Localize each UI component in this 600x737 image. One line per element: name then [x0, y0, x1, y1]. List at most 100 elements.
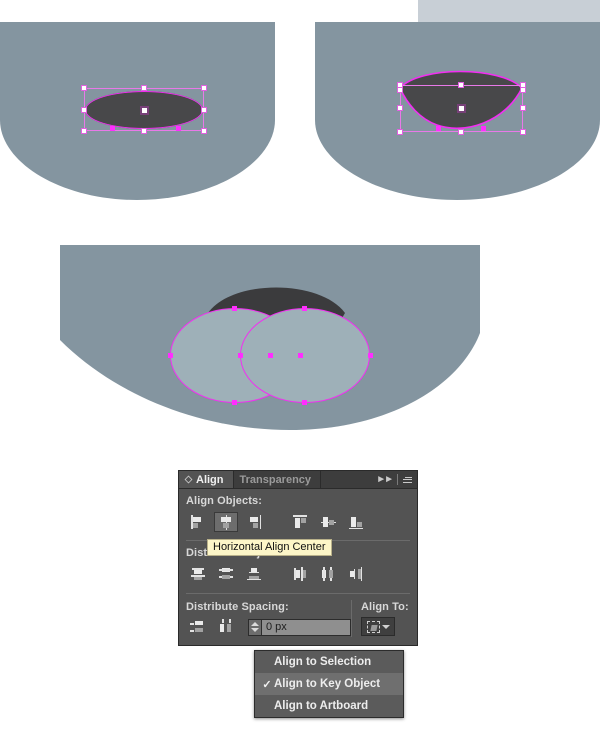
chevron-down-icon[interactable]	[381, 624, 390, 629]
vertical-align-center-button[interactable]	[316, 512, 340, 532]
vertical-distribute-center-icon	[218, 566, 234, 582]
align-to-key-object-icon	[366, 620, 380, 633]
horizontal-distribute-right-button[interactable]	[344, 564, 368, 584]
horizontal-distribute-center-button[interactable]	[316, 564, 340, 584]
selection-handle[interactable]	[397, 87, 403, 93]
horizontal-distribute-left-button[interactable]	[288, 564, 312, 584]
object-center-point	[459, 106, 464, 111]
artboard-top-right[interactable]	[315, 22, 600, 200]
spacing-stepper[interactable]: 0 px	[248, 618, 351, 636]
selection-handle[interactable]	[520, 87, 526, 93]
tooltip: Horizontal Align Center	[207, 539, 332, 556]
menu-item-label: Align to Artboard	[274, 700, 369, 712]
selection-handle[interactable]	[81, 128, 87, 134]
menu-item-label: Align to Selection	[274, 656, 372, 668]
menu-item-label: Align to Key Object	[274, 678, 381, 690]
horizontal-align-left-button[interactable]	[186, 512, 210, 532]
tab-align[interactable]: Align	[179, 471, 234, 488]
path-anchor-point[interactable]	[368, 353, 373, 358]
horizontal-distribute-spacing-icon	[218, 619, 234, 635]
path-anchor-point[interactable]	[232, 306, 237, 311]
selection-handle[interactable]	[201, 128, 207, 134]
artboard-top-left[interactable]	[0, 22, 275, 200]
panel-body: Align Objects: Distribute Spacing: 0 px …	[179, 489, 417, 645]
horizontal-distribute-right-icon	[348, 566, 364, 582]
tab-transparency[interactable]: Transparency	[234, 471, 322, 488]
double-chevron-right-icon[interactable]: ►►	[376, 474, 394, 485]
panel-menu-icon[interactable]	[403, 476, 412, 483]
vertical-distribute-bottom-icon	[246, 566, 262, 582]
selection-handle[interactable]	[201, 85, 207, 91]
window-chrome-bar	[418, 0, 600, 22]
horizontal-align-right-icon	[246, 514, 262, 530]
path-anchor-point[interactable]	[168, 353, 173, 358]
horizontal-align-right-button[interactable]	[242, 512, 266, 532]
panel-header-controls: ►►	[371, 471, 417, 488]
path-anchor-point[interactable]	[238, 353, 243, 358]
distribute-objects-button-row	[186, 563, 410, 585]
path-anchor-point[interactable]	[302, 306, 307, 311]
ellipse-object-right[interactable]	[240, 308, 370, 403]
path-anchor-point[interactable]	[298, 353, 303, 358]
vertical-distribute-spacing-button[interactable]	[186, 617, 210, 637]
selection-handle[interactable]	[81, 85, 87, 91]
menu-item-align-to-artboard[interactable]: Align to Artboard	[255, 695, 403, 717]
distribute-spacing-controls: 0 px	[186, 617, 351, 637]
panel-grip-icon	[184, 475, 193, 484]
artboard-bottom[interactable]	[60, 245, 480, 430]
selection-handle[interactable]	[81, 107, 87, 113]
distribute-spacing-group: Distribute Spacing: 0 px	[186, 600, 351, 637]
header-divider	[397, 474, 398, 485]
tab-transparency-label: Transparency	[239, 473, 312, 486]
align-to-dropdown-button[interactable]	[361, 617, 395, 636]
stepper-down-icon[interactable]	[251, 628, 259, 632]
menu-item-align-to-key-object[interactable]: ✓ Align to Key Object	[255, 673, 403, 695]
align-panel[interactable]: Align Transparency ►► Align Objects: Dis…	[178, 470, 418, 646]
distribute-spacing-label: Distribute Spacing:	[186, 601, 289, 613]
vertical-align-top-button[interactable]	[288, 512, 312, 532]
vertical-align-bottom-icon	[348, 514, 364, 530]
align-to-dropdown-menu[interactable]: Align to Selection ✓ Align to Key Object…	[254, 650, 404, 718]
check-icon: ✓	[262, 678, 272, 691]
selection-handle[interactable]	[397, 105, 403, 111]
selection-handle[interactable]	[520, 105, 526, 111]
tab-align-label: Align	[196, 473, 224, 486]
vertical-distribute-top-button[interactable]	[186, 564, 210, 584]
selection-handle[interactable]	[520, 129, 526, 135]
vertical-distribute-top-icon	[190, 566, 206, 582]
selection-handle[interactable]	[458, 82, 464, 88]
align-to-label: Align To:	[361, 601, 409, 613]
path-anchor-point[interactable]	[268, 353, 273, 358]
vertical-distribute-spacing-icon	[190, 619, 206, 635]
object-center-point	[142, 108, 147, 113]
horizontal-distribute-center-icon	[320, 566, 336, 582]
path-anchor-point[interactable]	[176, 126, 181, 131]
align-objects-button-row	[186, 511, 410, 533]
stepper-arrows[interactable]	[249, 619, 262, 635]
vertical-align-center-icon	[320, 514, 336, 530]
selection-handle[interactable]	[458, 129, 464, 135]
path-anchor-point[interactable]	[302, 400, 307, 405]
path-anchor-point[interactable]	[110, 126, 115, 131]
tab-bar-spacer	[321, 471, 371, 488]
selection-handle[interactable]	[141, 85, 147, 91]
vertical-distribute-bottom-button[interactable]	[242, 564, 266, 584]
panel-tab-bar: Align Transparency ►►	[179, 471, 417, 489]
selection-handle[interactable]	[397, 129, 403, 135]
horizontal-distribute-spacing-button[interactable]	[214, 617, 238, 637]
selection-handle[interactable]	[141, 128, 147, 134]
horizontal-distribute-left-icon	[292, 566, 308, 582]
path-anchor-point[interactable]	[232, 400, 237, 405]
spacing-value-input[interactable]: 0 px	[262, 619, 350, 635]
bottom-row: Distribute Spacing: 0 px Align To:	[186, 600, 410, 637]
horizontal-align-center-icon	[218, 514, 234, 530]
menu-item-align-to-selection[interactable]: Align to Selection	[255, 651, 403, 673]
horizontal-align-center-button[interactable]	[214, 512, 238, 532]
stepper-up-icon[interactable]	[251, 622, 259, 626]
path-anchor-point[interactable]	[481, 126, 486, 131]
vertical-distribute-center-button[interactable]	[214, 564, 238, 584]
path-anchor-point[interactable]	[436, 126, 441, 131]
align-to-group: Align To:	[351, 600, 410, 637]
selection-handle[interactable]	[201, 107, 207, 113]
vertical-align-bottom-button[interactable]	[344, 512, 368, 532]
